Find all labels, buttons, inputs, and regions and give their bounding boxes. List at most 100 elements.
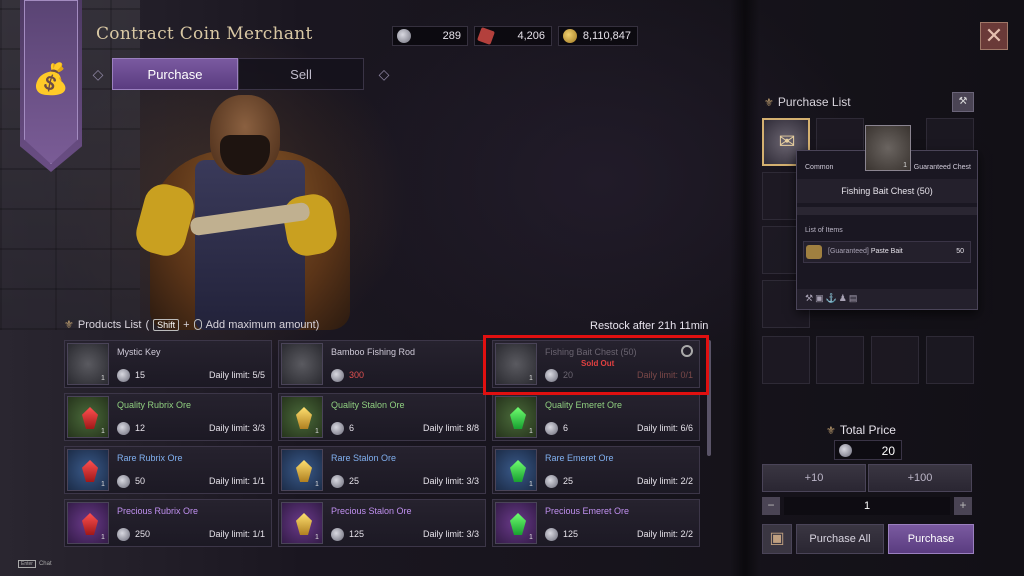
product-price: 300 bbox=[349, 370, 365, 380]
product-name: Precious Stalon Ore bbox=[331, 506, 412, 516]
products-scrollbar[interactable] bbox=[707, 340, 711, 456]
gold-gem-icon bbox=[296, 407, 312, 429]
daily-limit: Daily limit: 2/2 bbox=[636, 529, 693, 539]
gold-coin-icon bbox=[563, 29, 577, 43]
purchase-slot[interactable] bbox=[762, 336, 810, 384]
product-qty: 1 bbox=[529, 534, 533, 541]
tooltip-row-label: [Guaranteed] Paste Bait bbox=[828, 248, 903, 255]
product-price: 15 bbox=[135, 370, 146, 380]
currency-bar: 289 4,206 8,110,847 bbox=[392, 26, 638, 46]
silver-coin-icon bbox=[839, 444, 852, 457]
currency-value: 4,206 bbox=[517, 30, 545, 42]
product-name: Rare Stalon Ore bbox=[331, 453, 397, 463]
daily-limit: Daily limit: 3/3 bbox=[208, 423, 265, 433]
silver-coin-icon bbox=[331, 528, 344, 541]
pillar-shadow bbox=[730, 0, 760, 576]
silver-coin-icon bbox=[331, 475, 344, 488]
product-price: 6 bbox=[563, 423, 569, 433]
tab-prev-icon[interactable]: ◇ bbox=[84, 62, 112, 86]
product-price: 25 bbox=[349, 476, 360, 486]
red-gem-icon bbox=[82, 513, 98, 535]
product-qty: 1 bbox=[315, 481, 319, 488]
sort-button[interactable]: ⚒ bbox=[952, 92, 974, 112]
guaranteed-prefix: [Guaranteed] bbox=[828, 248, 869, 255]
total-price-box: 20 bbox=[834, 440, 902, 460]
product-name: Quality Emeret Ore bbox=[545, 400, 623, 410]
product-name: Precious Rubrix Ore bbox=[117, 506, 199, 516]
quantity-increase-button[interactable]: + bbox=[954, 497, 972, 515]
chest-icon: ▣ bbox=[769, 530, 785, 547]
quantity-decrease-button[interactable]: − bbox=[762, 497, 780, 515]
fleur-icon: ⚜ bbox=[826, 424, 836, 437]
currency-gold: 8,110,847 bbox=[558, 26, 638, 46]
product-price: 6 bbox=[349, 423, 355, 433]
red-gem-icon bbox=[82, 407, 98, 429]
product-card-quality-emeret-ore[interactable]: 1 Quality Emeret Ore 6 Daily limit: 6/6 bbox=[492, 393, 700, 441]
product-name: Quality Stalon Ore bbox=[331, 400, 405, 410]
silver-coin-icon bbox=[331, 369, 344, 382]
silver-coin-icon bbox=[117, 422, 130, 435]
restock-time: 21h 11min bbox=[657, 320, 709, 332]
product-card-fishing-bait-chest[interactable]: 1 Fishing Bait Chest (50) Sold Out 20 Da… bbox=[492, 340, 700, 388]
tooltip-item-row: [Guaranteed] Paste Bait 50 bbox=[803, 241, 971, 263]
close-x-icon: ✕ bbox=[984, 23, 1004, 48]
product-name: Fishing Bait Chest (50) bbox=[545, 347, 637, 357]
product-name: Mystic Key bbox=[117, 347, 161, 357]
fleur-icon: ⚜ bbox=[64, 319, 74, 331]
tooltip-footer-icons: ⚒▣⚓♟▤ bbox=[805, 293, 860, 303]
product-card-precious-stalon-ore[interactable]: 1 Precious Stalon Ore 125 Daily limit: 3… bbox=[278, 499, 486, 547]
gold-gem-icon bbox=[296, 513, 312, 535]
add-10-button[interactable]: +10 bbox=[762, 464, 866, 492]
max-amount-hint: Add maximum amount) bbox=[205, 318, 320, 331]
product-card-bamboo-fishing-rod[interactable]: Bamboo Fishing Rod 300 bbox=[278, 340, 486, 388]
currency-value: 8,110,847 bbox=[582, 30, 631, 42]
total-price-header: ⚜ Total Price bbox=[826, 423, 896, 437]
currency-token: 4,206 bbox=[474, 26, 552, 46]
magnify-icon[interactable] bbox=[681, 345, 693, 357]
purchase-slot[interactable] bbox=[871, 336, 919, 384]
product-qty: 1 bbox=[529, 481, 533, 488]
product-card-mystic-key[interactable]: 1 Mystic Key 15 Daily limit: 5/5 bbox=[64, 340, 272, 388]
purchase-all-button[interactable]: Purchase All bbox=[796, 524, 884, 554]
product-grid: 1 Mystic Key 15 Daily limit: 5/5 Bamboo … bbox=[64, 340, 704, 550]
product-price: 20 bbox=[563, 370, 574, 380]
tooltip-row-name: Paste Bait bbox=[870, 248, 903, 255]
silver-coin-icon bbox=[117, 528, 130, 541]
quantity-field[interactable]: 1 bbox=[784, 497, 950, 515]
chest-icon: 1 bbox=[865, 125, 911, 171]
tooltip-row-qty: 50 bbox=[956, 248, 964, 255]
purchase-slot[interactable] bbox=[926, 336, 974, 384]
product-qty: 1 bbox=[315, 428, 319, 435]
product-name: Rare Rubrix Ore bbox=[117, 453, 183, 463]
tab-purchase[interactable]: Purchase bbox=[112, 58, 238, 90]
product-name: Rare Emeret Ore bbox=[545, 453, 614, 463]
chat-hint: Enter Chat bbox=[18, 560, 52, 568]
purchase-slot[interactable] bbox=[816, 336, 864, 384]
product-name: Bamboo Fishing Rod bbox=[331, 347, 416, 357]
daily-limit: Daily limit: 6/6 bbox=[636, 423, 693, 433]
product-card-rare-rubrix-ore[interactable]: 1 Rare Rubrix Ore 50 Daily limit: 1/1 bbox=[64, 446, 272, 494]
product-card-rare-stalon-ore[interactable]: 1 Rare Stalon Ore 25 Daily limit: 3/3 bbox=[278, 446, 486, 494]
chat-label[interactable]: Chat bbox=[39, 561, 52, 567]
product-card-quality-rubrix-ore[interactable]: 1 Quality Rubrix Ore 12 Daily limit: 3/3 bbox=[64, 393, 272, 441]
paren-open: ( bbox=[145, 318, 150, 331]
silver-coin-icon bbox=[117, 475, 130, 488]
purchase-button[interactable]: Purchase bbox=[888, 524, 974, 554]
product-card-rare-emeret-ore[interactable]: 1 Rare Emeret Ore 25 Daily limit: 2/2 bbox=[492, 446, 700, 494]
page-title: Contract Coin Merchant bbox=[96, 24, 313, 44]
add-100-button[interactable]: +100 bbox=[868, 464, 972, 492]
storage-chest-button[interactable]: ▣ bbox=[762, 524, 792, 554]
product-card-precious-emeret-ore[interactable]: 1 Precious Emeret Ore 125 Daily limit: 2… bbox=[492, 499, 700, 547]
product-card-precious-rubrix-ore[interactable]: 1 Precious Rubrix Ore 250 Daily limit: 1… bbox=[64, 499, 272, 547]
tooltip-divider bbox=[797, 207, 977, 215]
close-button[interactable]: ✕ bbox=[980, 22, 1008, 50]
total-price-value: 20 bbox=[881, 444, 895, 458]
product-card-quality-stalon-ore[interactable]: 1 Quality Stalon Ore 6 Daily limit: 8/8 bbox=[278, 393, 486, 441]
silver-coin-icon bbox=[545, 528, 558, 541]
daily-limit: Daily limit: 3/3 bbox=[422, 476, 479, 486]
tab-next-icon[interactable]: ◇ bbox=[370, 62, 398, 86]
red-token-icon bbox=[477, 27, 495, 45]
green-gem-icon bbox=[510, 513, 526, 535]
tab-sell[interactable]: Sell bbox=[238, 58, 364, 90]
merchant-npc bbox=[120, 90, 360, 330]
